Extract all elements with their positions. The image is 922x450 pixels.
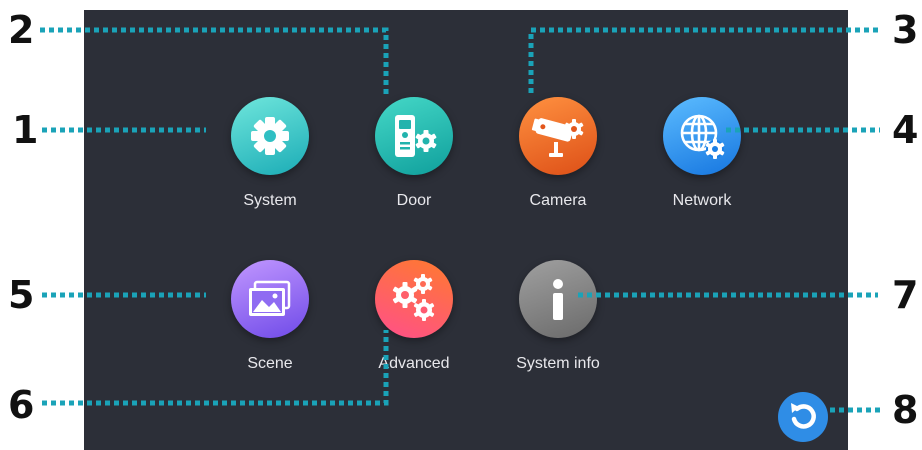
callout-8: 8: [892, 388, 919, 432]
gear-icon: [231, 97, 309, 175]
app-label-door: Door: [396, 192, 432, 209]
info-icon: [519, 260, 597, 338]
callout-6: 6: [8, 383, 35, 427]
app-label-system-info: System info: [516, 355, 600, 372]
app-label-camera: Camera: [529, 192, 587, 209]
callout-3: 3: [892, 8, 919, 52]
picture-icon: [231, 260, 309, 338]
door-phone-icon: [375, 97, 453, 175]
callout-1: 1: [12, 108, 39, 152]
callout-7: 7: [892, 273, 919, 317]
callout-5: 5: [8, 273, 35, 317]
app-label-advanced: Advanced: [378, 355, 450, 372]
app-label-network: Network: [672, 192, 732, 209]
refresh-button[interactable]: [778, 392, 828, 442]
cctv-camera-icon: [519, 97, 597, 175]
device-screen: System Door Camera Network Scene Advance…: [84, 10, 848, 450]
callout-2: 2: [8, 8, 35, 52]
gears-icon: [375, 260, 453, 338]
globe-gear-icon: [663, 97, 741, 175]
refresh-icon: [791, 403, 816, 429]
callout-4: 4: [892, 108, 919, 152]
app-label-scene: Scene: [247, 355, 293, 372]
app-label-system: System: [243, 192, 297, 209]
